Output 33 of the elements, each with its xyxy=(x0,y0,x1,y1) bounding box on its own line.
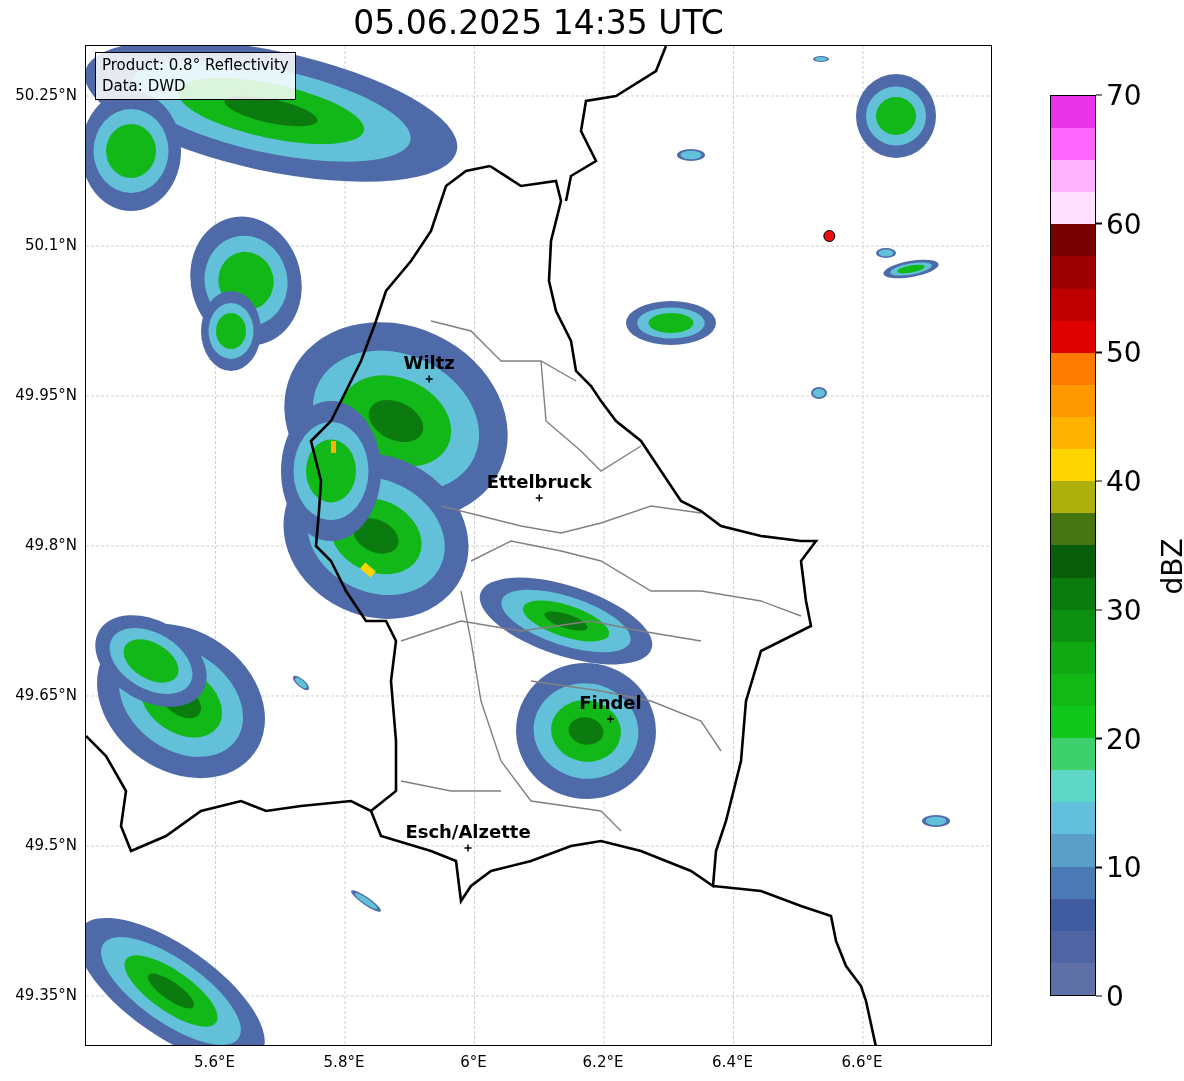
plot-title: 05.06.2025 14:35 UTC xyxy=(352,2,725,44)
longitude-label: 5.8°E xyxy=(323,1053,365,1071)
longitude-label: 6°E xyxy=(460,1053,487,1071)
info-text: Product: 0.8° Reflectivity xyxy=(102,55,289,76)
latitude-label: 49.95°N xyxy=(15,386,77,404)
colorbar-tick-label: 70 xyxy=(1106,78,1142,112)
colorbar-tick-label: 20 xyxy=(1106,722,1142,756)
longitude-label: 6.4°E xyxy=(712,1053,753,1071)
latitude-label: 50.25°N xyxy=(15,86,77,104)
longitude-label: 6.2°E xyxy=(582,1053,624,1071)
longitude-label: 6.6°E xyxy=(841,1053,883,1071)
radar-site-icon xyxy=(823,230,836,242)
colorbar-tick-label: 10 xyxy=(1106,850,1142,884)
colorbar-tick-label: 0 xyxy=(1106,979,1124,1013)
latitude-label: 49.35°N xyxy=(15,986,77,1004)
longitude-label: 5.6°E xyxy=(194,1053,235,1071)
colorbar-tick-label: 50 xyxy=(1106,335,1142,369)
city-marker-icon xyxy=(535,493,544,503)
city-marker-icon xyxy=(424,374,434,384)
colorbar-tick-label: 40 xyxy=(1106,464,1142,498)
city-label: Wiltz xyxy=(403,352,455,373)
city-marker-icon xyxy=(606,714,615,724)
colorbar-tick-label: 60 xyxy=(1106,207,1142,241)
colorbar-tick-label: 30 xyxy=(1106,593,1142,627)
city-marker-icon xyxy=(463,843,473,853)
city-label: Findel xyxy=(579,692,642,713)
latitude-label: 49.8°N xyxy=(24,536,77,554)
latitude-label: 50.1°N xyxy=(24,236,77,254)
info-text: Data: DWD xyxy=(102,76,187,97)
latitude-label: 49.5°N xyxy=(24,836,77,854)
colorbar-label: dBZ xyxy=(1155,538,1184,595)
city-label: Esch/Alzette xyxy=(405,821,531,842)
latitude-label: 49.65°N xyxy=(15,686,77,704)
